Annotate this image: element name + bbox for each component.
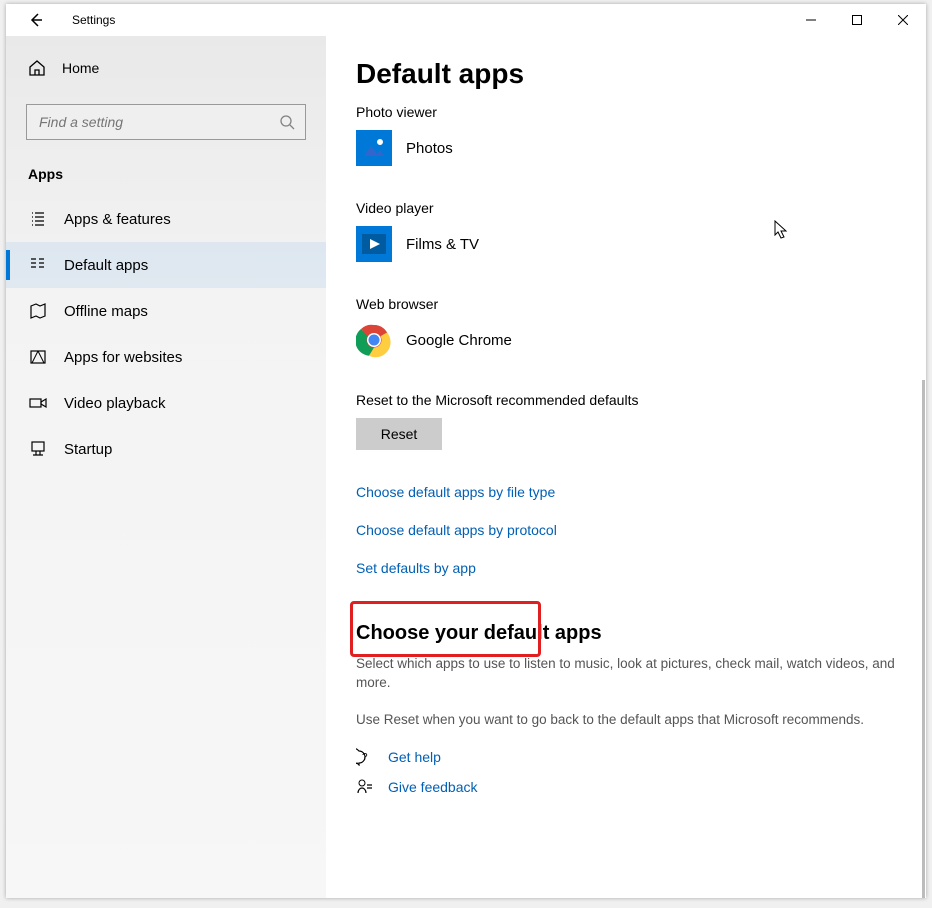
- window-controls: [788, 4, 926, 36]
- window-body: Home Apps Apps & features Default apps: [6, 36, 926, 898]
- sidebar-item-startup[interactable]: Startup: [6, 426, 326, 472]
- group-video-title: Video player: [356, 200, 896, 216]
- settings-window: Settings Home Apps Apps &: [6, 4, 926, 898]
- map-icon: [28, 302, 48, 320]
- choose-p1: Select which apps to use to listen to mu…: [356, 655, 896, 693]
- choose-p2: Use Reset when you want to go back to th…: [356, 711, 896, 730]
- default-browser-app[interactable]: Google Chrome: [356, 322, 896, 358]
- reset-button[interactable]: Reset: [356, 418, 442, 450]
- close-icon: [898, 15, 908, 25]
- sidebar-nav: Apps & features Default apps Offline map…: [6, 196, 326, 472]
- svg-text:?: ?: [362, 752, 368, 763]
- default-photo-app[interactable]: Photos: [356, 130, 896, 166]
- home-icon: [28, 59, 46, 77]
- link-protocol[interactable]: Choose default apps by protocol: [356, 522, 896, 538]
- films-tv-icon: [356, 226, 392, 262]
- back-button[interactable]: [24, 8, 48, 32]
- close-button[interactable]: [880, 4, 926, 36]
- list-icon: [28, 210, 48, 228]
- search-icon: [279, 114, 295, 130]
- link-filetype[interactable]: Choose default apps by file type: [356, 484, 896, 500]
- give-feedback-link[interactable]: Give feedback: [388, 779, 478, 795]
- startup-icon: [28, 440, 48, 458]
- search-box[interactable]: [26, 104, 306, 140]
- sidebar-item-label: Apps for websites: [64, 349, 182, 366]
- sidebar-item-label: Startup: [64, 441, 112, 458]
- window-title: Settings: [72, 13, 115, 27]
- titlebar: Settings: [6, 4, 926, 36]
- sidebar: Home Apps Apps & features Default apps: [6, 36, 326, 898]
- sidebar-item-default-apps[interactable]: Default apps: [6, 242, 326, 288]
- sidebar-item-label: Video playback: [64, 395, 165, 412]
- home-link[interactable]: Home: [6, 46, 326, 90]
- maximize-button[interactable]: [834, 4, 880, 36]
- content-pane: Default apps Photo viewer Photos Video p…: [326, 36, 926, 898]
- get-help-link[interactable]: Get help: [388, 749, 441, 765]
- scrollbar[interactable]: [922, 380, 925, 898]
- help-row: ? Get help: [356, 748, 896, 766]
- links-section: Choose default apps by file type Choose …: [356, 484, 896, 576]
- sidebar-item-label: Apps & features: [64, 211, 171, 228]
- group-browser-title: Web browser: [356, 296, 896, 312]
- sidebar-item-offline-maps[interactable]: Offline maps: [6, 288, 326, 334]
- group-photo-title: Photo viewer: [356, 104, 896, 120]
- back-arrow-icon: [28, 12, 44, 28]
- photos-icon: [356, 130, 392, 166]
- websites-icon: [28, 348, 48, 366]
- feedback-icon: [356, 778, 378, 796]
- chrome-icon: [356, 322, 392, 358]
- app-label: Films & TV: [406, 236, 479, 253]
- home-label: Home: [62, 60, 99, 76]
- sidebar-section-title: Apps: [6, 140, 326, 182]
- video-icon: [28, 394, 48, 412]
- search-input[interactable]: [37, 113, 279, 131]
- minimize-button[interactable]: [788, 4, 834, 36]
- page-title: Default apps: [356, 58, 896, 90]
- sidebar-item-apps-websites[interactable]: Apps for websites: [6, 334, 326, 380]
- app-label: Photos: [406, 140, 453, 157]
- sidebar-item-video-playback[interactable]: Video playback: [6, 380, 326, 426]
- maximize-icon: [852, 15, 862, 25]
- help-icon: ?: [356, 748, 378, 766]
- sidebar-item-label: Offline maps: [64, 303, 148, 320]
- sidebar-item-label: Default apps: [64, 257, 148, 274]
- minimize-icon: [806, 15, 816, 25]
- app-label: Google Chrome: [406, 332, 512, 349]
- feedback-row: Give feedback: [356, 778, 896, 796]
- reset-description: Reset to the Microsoft recommended defau…: [356, 392, 896, 408]
- default-video-app[interactable]: Films & TV: [356, 226, 896, 262]
- sidebar-item-apps-features[interactable]: Apps & features: [6, 196, 326, 242]
- defaults-icon: [28, 256, 48, 274]
- choose-heading: Choose your default apps: [356, 622, 896, 645]
- link-set-by-app[interactable]: Set defaults by app: [356, 560, 896, 576]
